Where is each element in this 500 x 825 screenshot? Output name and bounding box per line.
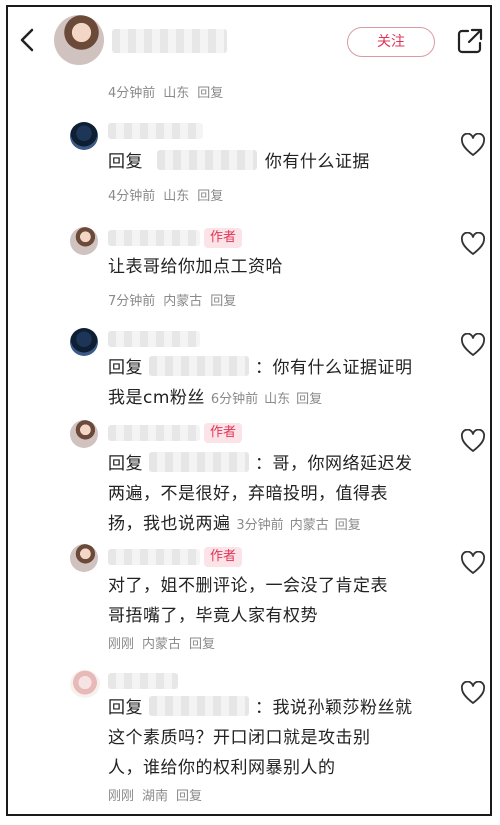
comment-meta: 6分钟前 山东 回复 [211, 392, 328, 407]
reply-prefix: 回复 [108, 698, 143, 718]
chevron-left-icon[interactable] [14, 25, 40, 55]
author-tag: 作者 [204, 547, 243, 567]
location: 内蒙古 [163, 294, 203, 309]
reply-link[interactable]: 回复 [176, 789, 202, 804]
comment-body-line: 哥捂嘴了，毕竟人家有权势 [108, 606, 318, 626]
blurred-username [108, 230, 200, 246]
timestamp: 刚刚 [108, 637, 135, 652]
avatar[interactable] [70, 122, 98, 150]
comment-body-line: 我是cm粉丝 [108, 388, 205, 408]
blurred-username [149, 356, 249, 376]
author-tag: 作者 [204, 228, 243, 248]
blurred-username [108, 549, 200, 565]
comment-meta: 刚刚 内蒙古 回复 [108, 633, 223, 652]
comment-meta: 4分钟前 山东 回复 [108, 185, 231, 204]
location: 山东 [264, 392, 291, 407]
comment-body-line: 扬，我也说两遍 [108, 514, 231, 534]
comment-body-line: 对了，姐不删评论，一会没了肯定表 [108, 576, 388, 596]
timestamp: 4分钟前 [108, 86, 156, 101]
timestamp: 3分钟前 [236, 518, 284, 533]
blurred-username [108, 673, 178, 689]
heart-icon[interactable] [460, 133, 486, 157]
timestamp: 4分钟前 [108, 189, 156, 204]
heart-icon[interactable] [460, 333, 486, 357]
blurred-username [112, 29, 227, 53]
comment-meta: 3分钟前 内蒙古 回复 [236, 518, 366, 533]
avatar[interactable] [70, 544, 98, 572]
heart-icon[interactable] [460, 681, 486, 705]
comment-meta: 7分钟前 内蒙古 回复 [108, 290, 244, 309]
blurred-username [108, 123, 203, 139]
heart-icon[interactable] [460, 551, 486, 575]
avatar[interactable] [70, 328, 98, 356]
avatar[interactable] [70, 670, 100, 698]
location: 山东 [163, 189, 190, 204]
reply-prefix: 回复 [108, 454, 143, 474]
comment-body-line: 两遍，不是很好，弃暗投明，值得表 [108, 484, 388, 504]
follow-button[interactable]: 关注 [347, 27, 435, 57]
comment-body: 你有什么证据 [264, 152, 370, 172]
blurred-username [108, 331, 200, 347]
reply-link[interactable]: 回复 [296, 392, 322, 407]
reply-link[interactable]: 回复 [197, 189, 223, 204]
timestamp: 6分钟前 [210, 392, 259, 407]
comment-text: 回复 ：哥，你网络延迟发 两遍，不是很好，弃暗投明，值得表 扬，我也说两遍 3分钟… [108, 449, 413, 541]
timestamp: 7分钟前 [108, 294, 156, 309]
comment-body: 让表哥给你加点工资哈 [108, 257, 283, 277]
reply-prefix: 回复 [108, 358, 143, 378]
location: 内蒙古 [142, 637, 182, 652]
location: 内蒙古 [289, 518, 329, 533]
screenshot-frame: 关注 4分钟前 山东 回复 回复 你有什么证据 4分钟前 山东 回复 作者 让表哥给你加… [6, 5, 492, 816]
timestamp: 刚刚 [108, 789, 135, 804]
author-tag: 作者 [204, 423, 243, 443]
reply-link[interactable]: 回复 [335, 518, 361, 533]
comment-meta: 4分钟前 山东 回复 [108, 82, 231, 101]
comment-meta: 刚刚 湖南 回复 [108, 785, 210, 804]
share-external-icon[interactable] [455, 26, 485, 56]
location: 湖南 [142, 789, 169, 804]
blurred-username [156, 150, 257, 170]
comment-text: 回复 ：你有什么证据证明 我是cm粉丝 6分钟前 山东 回复 [108, 353, 413, 415]
blurred-username [149, 696, 249, 716]
comment-body-line: ：哥，你网络延迟发 [255, 454, 413, 474]
comment-text: 回复 ：我说孙颖莎粉丝就 这个素质吗？开口闭口就是攻击别 人，谁给你的权利网暴别人… [108, 693, 413, 783]
avatar[interactable] [70, 227, 98, 255]
heart-icon[interactable] [460, 232, 486, 256]
heart-icon[interactable] [460, 429, 486, 453]
comment-header: 关注 4分钟前 山东 回复 [8, 7, 490, 101]
location: 山东 [163, 86, 190, 101]
comment-text: 回复 你有什么证据 [108, 147, 370, 177]
reply-link[interactable]: 回复 [189, 637, 215, 652]
comment-body-line: ：我说孙颖莎粉丝就 [255, 698, 413, 718]
reply-prefix: 回复 [108, 152, 143, 172]
comment-body-line: ：你有什么证据证明 [255, 358, 413, 378]
blurred-username [149, 452, 249, 472]
comment-body-line: 这个素质吗？开口闭口就是攻击别 [108, 728, 371, 748]
comment-text: 对了，姐不删评论，一会没了肯定表 哥捂嘴了，毕竟人家有权势 [108, 571, 388, 631]
reply-link[interactable]: 回复 [210, 294, 236, 309]
reply-link[interactable]: 回复 [197, 86, 223, 101]
comment-body-line: 人，谁给你的权利网暴别人的 [108, 758, 336, 778]
blurred-username [108, 425, 200, 441]
avatar[interactable] [54, 15, 104, 65]
avatar[interactable] [70, 420, 98, 448]
